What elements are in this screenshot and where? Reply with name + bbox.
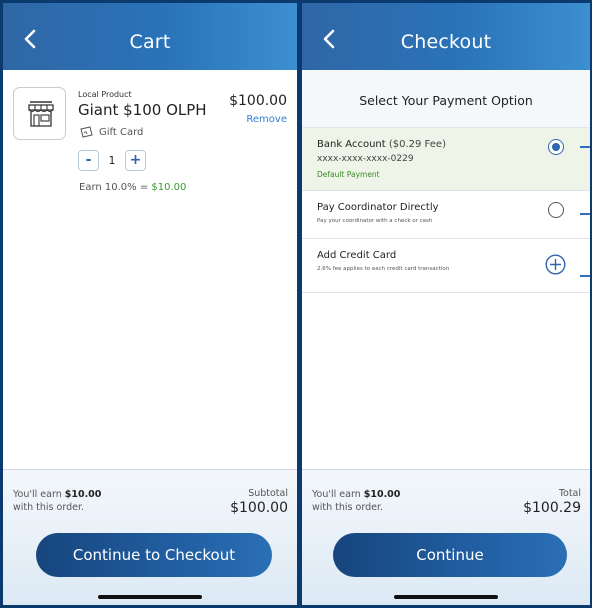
order-summary: You'll earn $10.00 with this order. Subt… (3, 469, 297, 605)
checkout-screen: Checkout Select Your Payment Option Bank… (302, 3, 590, 605)
quantity-stepper: - 1 + (78, 149, 146, 171)
payment-heading: Select Your Payment Option (302, 70, 590, 128)
storefront-icon (28, 101, 54, 127)
order-earnings: You'll earn $10.00 with this order. (312, 488, 400, 514)
page-title: Cart (129, 31, 171, 53)
option-title: Add Credit Card (317, 250, 397, 261)
remove-link[interactable]: Remove (246, 114, 287, 125)
cart-item: Local Product Giant $100 OLPH Gift Card … (3, 80, 297, 210)
subtotal-value: $100.00 (230, 500, 288, 516)
option-title: Pay Coordinator Directly (317, 202, 439, 213)
product-type: Gift Card (80, 125, 143, 139)
earn-prefix: You'll earn (13, 489, 65, 500)
order-earnings: You'll earn $10.00 with this order. (13, 488, 101, 514)
payment-option-bank-account[interactable]: Bank Account ($0.29 Fee) xxxx-xxxx-xxxx-… (302, 128, 590, 191)
radio-button-selected[interactable] (548, 139, 564, 155)
earn-rewards-label: Earn 10.0% = (79, 182, 152, 193)
order-summary: You'll earn $10.00 with this order. Tota… (302, 469, 590, 605)
empty-content-area (302, 293, 590, 469)
edge-indicator (580, 146, 590, 148)
earn-amount: $10.00 (64, 489, 102, 500)
product-type-label: Gift Card (99, 126, 144, 138)
checkout-header: Checkout (302, 3, 590, 70)
total-value: $100.29 (523, 500, 581, 516)
increment-button[interactable]: + (125, 149, 146, 171)
total-label: Total (558, 488, 581, 499)
edge-indicator (580, 213, 590, 215)
subtotal-label: Subtotal (248, 488, 288, 499)
earn-amount: $10.00 (363, 489, 401, 500)
radio-button[interactable] (548, 202, 564, 218)
page-title: Checkout (400, 31, 492, 53)
option-description: Pay your coordinator with a check or cas… (317, 218, 433, 224)
default-payment-label: Default Payment (317, 170, 380, 179)
payment-option-add-credit-card[interactable]: Add Credit Card 2.6% fee applies to each… (302, 239, 590, 293)
payment-heading-text: Select Your Payment Option (359, 93, 533, 108)
continue-button[interactable]: Continue (333, 533, 567, 577)
option-account-number: xxxx-xxxx-xxxx-0229 (317, 154, 414, 164)
option-title-text: Bank Account (317, 139, 386, 150)
option-fee: ($0.29 Fee) (385, 139, 446, 150)
option-description: 2.6% fee applies to each credit card tra… (317, 266, 450, 272)
earn-suffix: with this order. (312, 502, 384, 513)
product-name: Giant $100 OLPH (78, 101, 207, 119)
earn-suffix: with this order. (13, 502, 85, 513)
earn-rewards-amount: $10.00 (151, 182, 187, 193)
earn-prefix: You'll earn (312, 489, 364, 500)
option-title: Bank Account ($0.29 Fee) (317, 139, 446, 150)
earn-rewards-text: Earn 10.0% = $10.00 (79, 182, 186, 193)
payment-option-pay-coordinator[interactable]: Pay Coordinator Directly Pay your coordi… (302, 191, 590, 239)
product-category: Local Product (78, 90, 132, 99)
product-price: $100.00 (229, 93, 287, 109)
continue-to-checkout-button[interactable]: Continue to Checkout (36, 533, 272, 577)
gift-card-icon (80, 126, 93, 138)
cart-header: Cart (3, 3, 297, 70)
plus-circle-icon[interactable] (545, 254, 566, 275)
cart-screen: Cart Local Product Giant $100 OLPH Gift … (3, 3, 297, 605)
home-indicator (98, 595, 202, 599)
decrement-button[interactable]: - (78, 149, 99, 171)
product-thumbnail (13, 87, 66, 140)
home-indicator (394, 595, 498, 599)
edge-indicator (580, 275, 590, 277)
quantity-value: 1 (108, 153, 116, 167)
